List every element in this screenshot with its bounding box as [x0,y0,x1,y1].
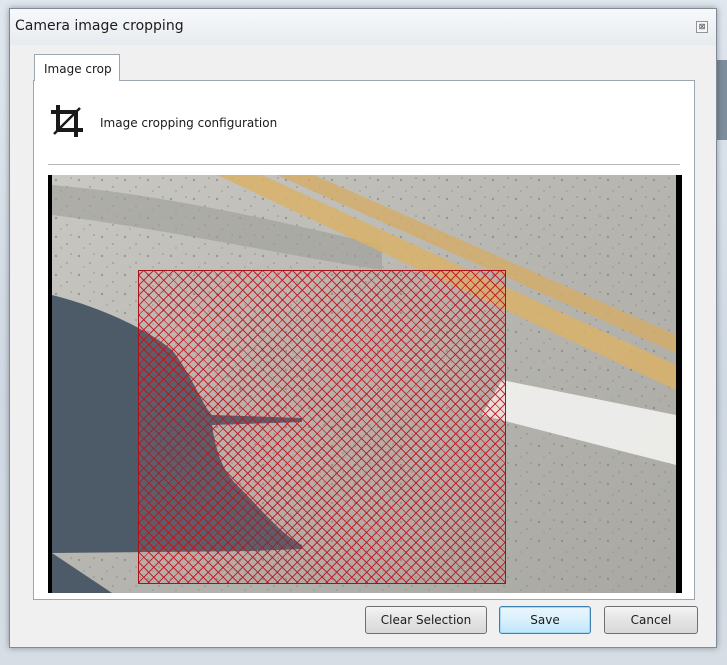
title-bar: Camera image cropping ⊠ [10,9,716,45]
separator [48,164,680,165]
panel-heading: Image cropping configuration [100,116,278,130]
crop-selection[interactable] [138,270,506,584]
cancel-button[interactable]: Cancel [604,606,698,634]
image-crop-panel: Image cropping configuration [33,80,695,600]
tab-image-crop[interactable]: Image crop [34,54,120,81]
camera-preview[interactable] [48,175,682,593]
save-button[interactable]: Save [499,606,591,634]
tab-label: Image crop [44,62,112,76]
close-button[interactable]: ⊠ [696,21,708,33]
camera-cropping-dialog: Camera image cropping ⊠ Image crop Image… [9,8,717,648]
window-title: Camera image cropping [15,18,184,34]
close-icon: ⊠ [698,22,706,31]
crop-icon [49,103,85,139]
clear-selection-button[interactable]: Clear Selection [365,606,487,634]
